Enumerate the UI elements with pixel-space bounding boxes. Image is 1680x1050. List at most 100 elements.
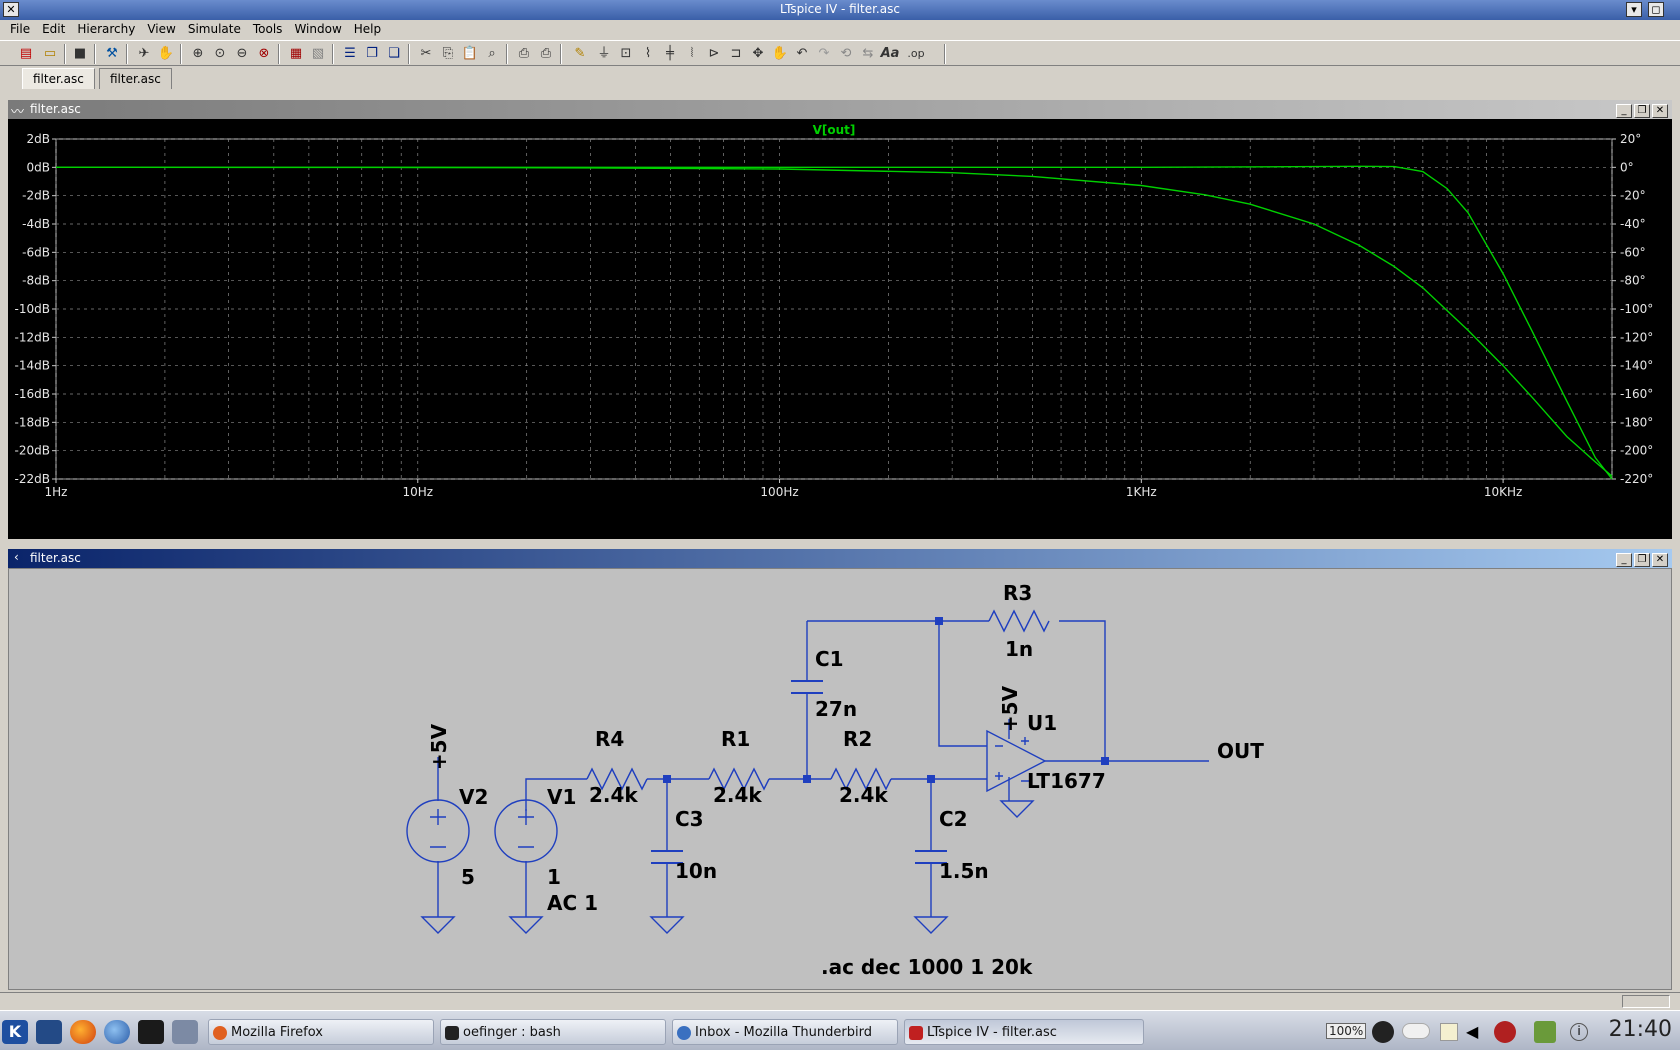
control-panel-icon[interactable]: ⚒ — [102, 44, 122, 64]
u1-value[interactable]: LT1677 — [1027, 769, 1106, 793]
cascade-icon[interactable]: ❐ — [362, 44, 382, 64]
spice-directive-icon[interactable]: .op — [906, 44, 926, 64]
r4-value[interactable]: 2.4k — [589, 783, 638, 807]
r2-name[interactable]: R2 — [843, 727, 872, 751]
weather-icon[interactable] — [1402, 1023, 1430, 1039]
menu-tools[interactable]: Tools — [247, 20, 289, 36]
c1-value[interactable]: 27n — [815, 697, 857, 721]
r3-name[interactable]: R3 — [1003, 581, 1032, 605]
c1-name[interactable]: C1 — [815, 647, 844, 671]
battery-indicator[interactable]: 100% — [1326, 1023, 1367, 1039]
r1-name[interactable]: R1 — [721, 727, 750, 751]
v1-ac-value[interactable]: AC 1 — [547, 891, 598, 915]
info-icon[interactable]: i — [1570, 1023, 1588, 1041]
new-schematic-icon[interactable]: ▤ — [16, 44, 36, 64]
c2-value[interactable]: 1.5n — [939, 859, 989, 883]
v1-name[interactable]: V1 — [547, 785, 576, 809]
schematic-canvas[interactable] — [9, 569, 1671, 989]
menu-file[interactable]: File — [4, 20, 36, 36]
halt-icon[interactable]: ✋ — [156, 44, 176, 64]
maximize-icon[interactable]: ◻ — [1648, 2, 1664, 17]
v2-value[interactable]: 5 — [461, 865, 475, 889]
tile-vertical-icon[interactable]: ❏ — [384, 44, 404, 64]
text-icon[interactable]: Aa — [880, 44, 900, 64]
r4-name[interactable]: R4 — [595, 727, 624, 751]
mirror-icon[interactable]: ⇆ — [858, 44, 878, 64]
restore-icon[interactable]: ❐ — [1634, 553, 1650, 567]
inductor-icon[interactable]: ⦚ — [682, 44, 702, 64]
menu-simulate[interactable]: Simulate — [182, 20, 247, 36]
label-net-icon[interactable]: ⊡ — [616, 44, 636, 64]
v2-supply-label[interactable]: +5V — [427, 717, 451, 777]
task-firefox[interactable]: Mozilla Firefox — [208, 1019, 434, 1045]
copy-icon[interactable]: ⎘ — [438, 44, 458, 64]
cut-icon[interactable]: ✂ — [416, 44, 436, 64]
task-thunderbird[interactable]: Inbox - Mozilla Thunderbird — [672, 1019, 898, 1045]
move-icon[interactable]: ✥ — [748, 44, 768, 64]
run-icon[interactable]: ✈ — [134, 44, 154, 64]
r3-value[interactable]: 1n — [1005, 637, 1033, 661]
desktop-icon[interactable] — [36, 1020, 62, 1044]
ground-icon[interactable]: ⏚ — [594, 44, 614, 64]
window-menu-icon[interactable]: ▾ — [1626, 2, 1642, 17]
menu-edit[interactable]: Edit — [36, 20, 71, 36]
close-icon[interactable]: ✕ — [1652, 104, 1668, 118]
c2-name[interactable]: C2 — [939, 807, 968, 831]
tab-filter-schematic[interactable]: filter.asc — [99, 68, 172, 89]
save-icon[interactable]: ■ — [70, 44, 90, 64]
updater-icon[interactable] — [1534, 1021, 1556, 1043]
terminal-launcher-icon[interactable] — [138, 1020, 164, 1044]
tile-horizontal-icon[interactable]: ☰ — [340, 44, 360, 64]
autorange-icon[interactable]: ▦ — [286, 44, 306, 64]
print-icon[interactable]: ⎙ — [536, 44, 556, 64]
menu-hierarchy[interactable]: Hierarchy — [71, 20, 141, 36]
clock[interactable]: 21:40 — [1609, 1017, 1672, 1042]
redo-icon[interactable]: ↷ — [814, 44, 834, 64]
menu-help[interactable]: Help — [348, 20, 387, 36]
file-manager-launcher-icon[interactable] — [172, 1020, 198, 1044]
drag-icon[interactable]: ✋ — [770, 44, 790, 64]
u1-name[interactable]: U1 — [1027, 711, 1057, 735]
minimize-icon[interactable]: _ — [1616, 104, 1632, 118]
zoom-out-icon[interactable]: ⊖ — [232, 44, 252, 64]
menu-window[interactable]: Window — [288, 20, 347, 36]
v2-name[interactable]: V2 — [459, 785, 488, 809]
minimize-icon[interactable]: _ — [1616, 553, 1632, 567]
c3-name[interactable]: C3 — [675, 807, 704, 831]
kde-menu-icon[interactable]: K — [2, 1020, 28, 1044]
volume-icon[interactable]: ◀ — [1466, 1023, 1484, 1041]
task-bash[interactable]: oefinger : bash — [440, 1019, 666, 1045]
u1-supply-label[interactable]: +5V — [998, 679, 1022, 739]
menu-view[interactable]: View — [141, 20, 181, 36]
open-icon[interactable]: ▭ — [40, 44, 60, 64]
waveform-viewer[interactable]: 2dB 20° 0dB 0° -2dB -20° -4dB -40° -6dB -60° -8dB -… — [8, 119, 1672, 539]
plot-settings-icon[interactable]: ▧ — [308, 44, 328, 64]
restore-icon[interactable]: ❐ — [1634, 104, 1650, 118]
rotate-icon[interactable]: ⟲ — [836, 44, 856, 64]
thunderbird-launcher-icon[interactable] — [104, 1020, 130, 1044]
pan-icon[interactable]: ⊙ — [210, 44, 230, 64]
c3-value[interactable]: 10n — [675, 859, 717, 883]
bode-plot[interactable]: 2dB 20° 0dB 0° -2dB -20° -4dB -40° -6dB -60° -8dB -… — [8, 119, 1672, 539]
task-ltspice[interactable]: LTspice IV - filter.asc — [904, 1019, 1144, 1045]
capacitor-icon[interactable]: ╪ — [660, 44, 680, 64]
print-setup-icon[interactable]: ⎙ — [514, 44, 534, 64]
firefox-launcher-icon[interactable] — [70, 1020, 96, 1044]
diode-icon[interactable]: ⊳ — [704, 44, 724, 64]
component-icon[interactable]: ⊐ — [726, 44, 746, 64]
zoom-in-icon[interactable]: ⊕ — [188, 44, 208, 64]
draw-wire-icon[interactable]: ✎ — [570, 44, 590, 64]
resistor-icon[interactable]: ⌇ — [638, 44, 658, 64]
spice-directive[interactable]: .ac dec 1000 1 20k — [821, 955, 1032, 979]
r2-value[interactable]: 2.4k — [839, 783, 888, 807]
undo-icon[interactable]: ↶ — [792, 44, 812, 64]
clipboard-icon[interactable] — [1440, 1023, 1458, 1041]
tab-filter-plot[interactable]: filter.asc — [22, 68, 95, 89]
out-net-label[interactable]: OUT — [1217, 739, 1264, 763]
schematic-editor[interactable]: R3 1n C1 27n R4 2.4k R1 2.4k R2 2.4k C3 … — [8, 568, 1672, 990]
network-icon[interactable] — [1494, 1021, 1516, 1043]
moon-icon[interactable] — [1372, 1021, 1394, 1043]
close-icon[interactable]: ✕ — [1652, 553, 1668, 567]
find-icon[interactable]: ⌕ — [482, 44, 502, 64]
paste-icon[interactable]: 📋 — [460, 44, 480, 64]
